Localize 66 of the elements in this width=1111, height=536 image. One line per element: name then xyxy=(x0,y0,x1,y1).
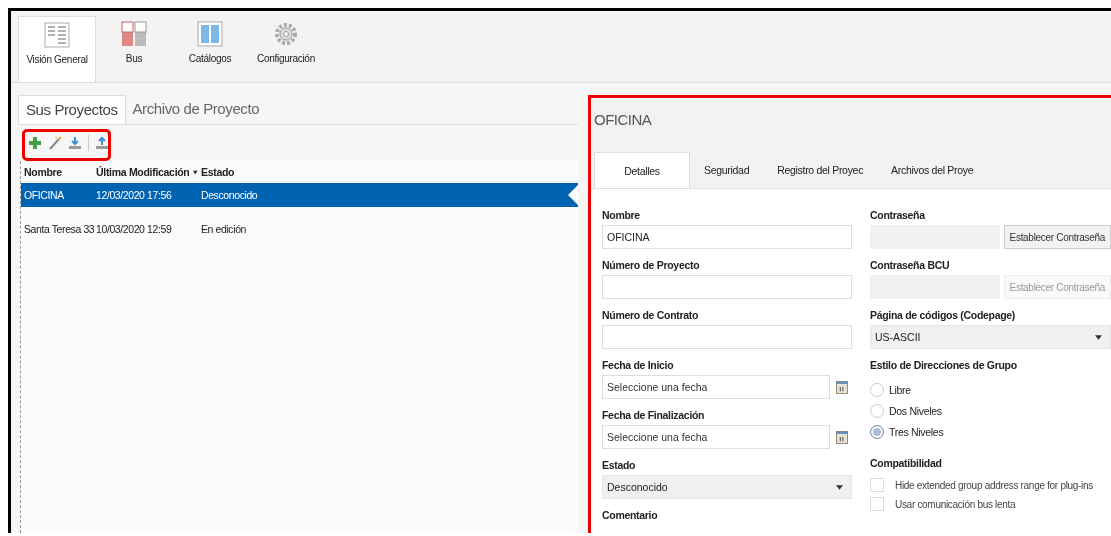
option-label: Hide extended group address range for plug-ins xyxy=(895,479,1093,491)
ribbon-tab[interactable]: Configuración xyxy=(248,16,324,82)
table-row[interactable]: Santa Teresa 33 10/03/2020 12:59 En edición xyxy=(21,217,578,241)
radio-button[interactable] xyxy=(870,383,884,397)
text-field[interactable]: OFICINA xyxy=(602,225,852,249)
dropdown[interactable]: Desconocido xyxy=(602,475,852,499)
details-tab[interactable]: Detalles xyxy=(594,152,690,188)
set-password-button[interactable]: Establecer Contraseña xyxy=(1003,225,1111,249)
field-label: Estado xyxy=(602,459,637,472)
caret-icon xyxy=(1095,334,1102,340)
table-cell-text: OFICINA xyxy=(23,189,65,201)
table-row[interactable]: OFICINA 12/03/2020 17:56 Desconocido xyxy=(21,183,578,207)
table-cell-text: Santa Teresa 33 xyxy=(23,223,93,235)
field-label: Fecha de Inicio xyxy=(602,359,675,372)
magic-wand-icon[interactable] xyxy=(48,136,62,150)
gear-icon xyxy=(273,21,299,47)
radio-button[interactable] xyxy=(870,425,884,439)
catalog-book-icon xyxy=(197,21,223,47)
field-label: Compatibilidad xyxy=(870,457,943,470)
table-cell-text: En edición xyxy=(200,223,248,235)
project-tab[interactable]: Archivo de Proyecto xyxy=(125,95,267,124)
sort-descending-icon[interactable] xyxy=(193,169,198,175)
column-header[interactable]: Última Modificación xyxy=(96,166,190,178)
option-label: Libre xyxy=(889,384,911,396)
checkbox[interactable] xyxy=(870,497,884,511)
field-label: Número de Proyecto xyxy=(602,259,701,272)
field-label: Contraseña xyxy=(870,209,926,222)
selection-pointer-icon xyxy=(568,185,578,205)
field-label: Fecha de Finalización xyxy=(602,409,706,422)
date-field[interactable]: Seleccione una fecha xyxy=(602,425,830,449)
text-field[interactable] xyxy=(602,325,852,349)
column-header[interactable]: Estado xyxy=(201,166,235,178)
document-columns-icon xyxy=(44,22,70,48)
text-field[interactable] xyxy=(602,275,852,299)
ribbon-tab[interactable]: Catálogos xyxy=(172,16,248,82)
field-label: Estilo de Direcciones de Grupo xyxy=(870,359,1018,372)
download-icon[interactable] xyxy=(68,136,82,150)
field-label: Comentario xyxy=(602,509,659,522)
upload-icon[interactable] xyxy=(95,136,109,150)
add-icon[interactable] xyxy=(28,136,42,150)
field-label: Nombre xyxy=(602,209,641,222)
calendar-icon[interactable] xyxy=(836,430,848,444)
field-label: Contraseña BCU xyxy=(870,259,951,272)
panel-title: OFICINA xyxy=(593,110,653,130)
bus-device-icon xyxy=(121,21,147,47)
project-tab[interactable]: Sus Proyectos xyxy=(18,95,126,124)
codepage-dropdown[interactable]: US-ASCII xyxy=(870,325,1111,349)
field-label: Número de Contrato xyxy=(602,309,700,322)
column-header[interactable]: Nombre xyxy=(24,166,62,178)
date-field[interactable]: Seleccione una fecha xyxy=(602,375,830,399)
table-cell-text: Desconocido xyxy=(200,189,259,201)
option-label: Tres Niveles xyxy=(889,426,944,438)
table-cell-text: 10/03/2020 12:59 xyxy=(95,223,173,235)
calendar-icon[interactable] xyxy=(836,380,848,394)
details-tab[interactable]: Registro del Proyec xyxy=(763,152,878,188)
checkbox[interactable] xyxy=(870,478,884,492)
table-cell-text: 12/03/2020 17:56 xyxy=(95,189,173,201)
option-label: Usar comunicación bus lenta xyxy=(895,498,1016,510)
caret-icon xyxy=(836,484,843,490)
radio-button[interactable] xyxy=(870,404,884,418)
ribbon-tab[interactable]: Bus xyxy=(96,16,172,82)
ribbon-tab[interactable]: Visión General xyxy=(18,16,96,82)
field-label: Página de códigos (Codepage) xyxy=(870,309,1017,322)
details-tab[interactable]: Seguridad xyxy=(690,152,764,188)
option-label: Dos Niveles xyxy=(889,405,942,417)
details-tab[interactable]: Archivos del Proye xyxy=(877,152,988,188)
